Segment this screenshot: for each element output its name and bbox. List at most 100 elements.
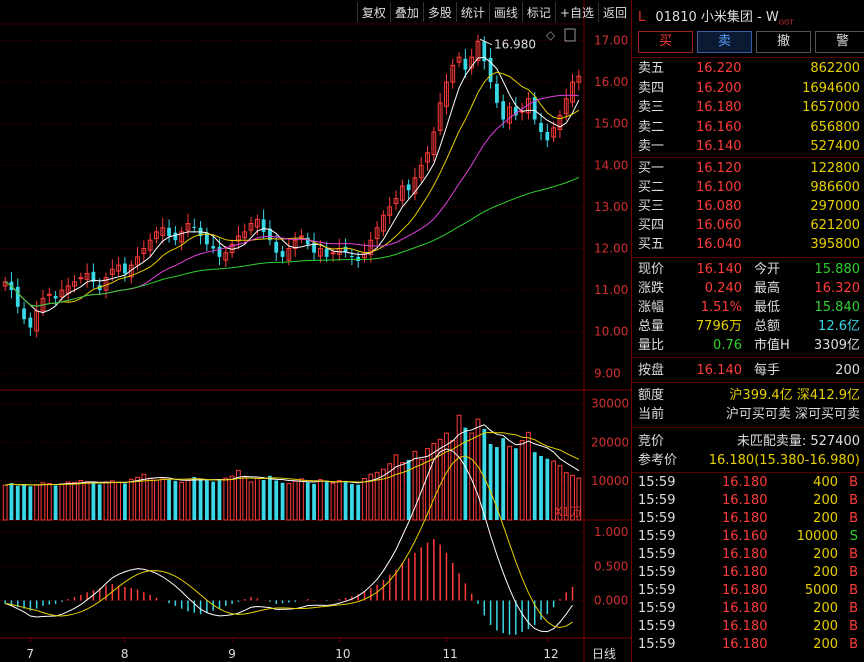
tick-side: B xyxy=(849,637,858,652)
tick-row: 15:59 16.180 200 B xyxy=(638,636,860,654)
price-tick-label: 14.00 xyxy=(594,158,628,172)
candle-body xyxy=(350,256,354,258)
tick-volume: 400 xyxy=(813,475,838,490)
sell-button[interactable]: 卖 xyxy=(697,31,752,53)
bid-row: 买一 16.120 122800 xyxy=(638,160,860,178)
volume-bar xyxy=(78,479,84,521)
toolbar-multistock-button[interactable]: 多股 xyxy=(422,2,456,22)
volume-bar xyxy=(9,483,14,520)
tick-row: 15:59 16.180 400 B xyxy=(638,474,860,492)
volume-bar xyxy=(46,483,52,521)
volume-bar xyxy=(539,456,543,520)
stock-name: 小米集团 - W xyxy=(700,10,779,25)
tick-row: 15:59 16.180 200 B xyxy=(638,600,860,618)
divider xyxy=(632,257,864,258)
volume-tick-label: 20000 xyxy=(591,435,629,449)
kline-chart[interactable]: 17.00 16.00 15.00 14.00 13.00 12.00 11.00 10.00… xyxy=(0,0,631,662)
volume-bar xyxy=(173,480,178,520)
current-row: 当前 沪可买可卖 深可买可卖 xyxy=(638,406,860,424)
candle-body xyxy=(274,241,279,253)
ask-row: 卖四 16.200 1694600 xyxy=(638,80,860,98)
tick-side: B xyxy=(849,601,858,616)
close-value: 16.140 xyxy=(696,363,743,378)
trade-actions: 买 卖 撤 警 xyxy=(638,31,864,53)
bid-label: 买三 xyxy=(638,199,665,214)
close-row: 按盘 16.140 每手 200 xyxy=(638,362,860,380)
ma10-line xyxy=(4,71,580,307)
volume-bar xyxy=(15,485,20,520)
candle-body xyxy=(28,317,33,328)
candle-body xyxy=(463,58,468,70)
tick-side: B xyxy=(849,583,858,598)
stat-label: 最高 xyxy=(754,281,781,296)
alert-button[interactable]: 警 xyxy=(815,31,864,53)
ask-label: 卖二 xyxy=(638,119,665,135)
volume-bar xyxy=(154,479,159,521)
tick-price: 16.180 xyxy=(722,493,768,508)
window-icon xyxy=(564,28,576,42)
volume-bar xyxy=(167,479,171,520)
bid-price: 16.120 xyxy=(696,161,742,176)
tick-time: 15:59 xyxy=(638,619,676,634)
toolbar-stats-button[interactable]: 统计 xyxy=(455,2,489,22)
stat-label: 最低 xyxy=(754,300,781,315)
price-tick-label: 9.00 xyxy=(594,366,621,380)
volume-bar xyxy=(116,481,122,521)
kline-chart-area[interactable]: 17.00 16.00 15.00 14.00 13.00 12.00 11.00 10.00… xyxy=(0,0,631,662)
close-label: 按盘 xyxy=(638,363,665,378)
volume-bar xyxy=(217,479,222,520)
ask-price: 16.180 xyxy=(696,100,742,115)
candle-body xyxy=(261,219,266,232)
ask-row: 卖五 16.220 862200 xyxy=(638,60,860,78)
stat-value: 7796万 xyxy=(695,319,742,334)
bid-row: 买三 16.080 297000 xyxy=(638,198,860,216)
tick-time: 15:59 xyxy=(638,583,676,598)
toolbar-mark-button[interactable]: 标记 xyxy=(521,2,555,22)
cancel-button[interactable]: 撤 xyxy=(756,31,811,53)
volume-tick-label: 30000 xyxy=(591,397,629,411)
tick-side: B xyxy=(849,565,858,580)
stat-label: 涨幅 xyxy=(638,300,665,315)
tick-row: 15:59 16.180 200 B xyxy=(638,564,860,582)
divider xyxy=(632,427,864,428)
ask-label: 卖三 xyxy=(638,100,665,115)
toolbar-add-watchlist-button[interactable]: +自选 xyxy=(554,2,598,22)
stat-value: 0.76 xyxy=(713,338,742,353)
tick-price: 16.180 xyxy=(722,583,768,598)
toolbar-restore-button[interactable]: 复权 xyxy=(356,2,390,22)
quota-row: 额度 沪399.4亿 深412.9亿 xyxy=(638,387,860,405)
tick-volume: 200 xyxy=(813,637,838,652)
ask-price: 16.140 xyxy=(696,139,742,154)
tick-price: 16.180 xyxy=(722,565,768,580)
buy-button[interactable]: 买 xyxy=(638,31,693,53)
toolbar-back-button[interactable]: 返回 xyxy=(597,2,631,22)
tick-time: 15:59 xyxy=(638,493,676,508)
stat-row: 涨跌 0.240 最高 16.320 xyxy=(638,280,860,298)
volume-bar xyxy=(59,483,65,521)
ref-price-row: 参考价 16.180(15.380-16.980) xyxy=(638,452,860,470)
volume-bar xyxy=(198,478,203,520)
ask-label: 卖四 xyxy=(638,80,665,96)
toolbar-overlay-button[interactable]: 叠加 xyxy=(389,2,423,22)
toolbar-draw-button[interactable]: 画线 xyxy=(488,2,522,22)
volume-bar xyxy=(305,482,310,520)
volume-bar xyxy=(248,481,254,521)
ma60-line xyxy=(4,177,580,307)
tick-volume: 200 xyxy=(813,493,838,508)
tick-price: 16.180 xyxy=(722,547,768,562)
tick-price: 16.180 xyxy=(722,511,768,526)
volume-bar xyxy=(513,448,518,520)
ref-label: 参考价 xyxy=(638,453,678,468)
tick-time: 15:59 xyxy=(638,475,676,490)
volume-bar xyxy=(128,478,134,521)
stat-value: 16.140 xyxy=(696,262,743,277)
volume-bar xyxy=(431,443,437,521)
volume-bar xyxy=(268,475,272,520)
stat-label: 总额 xyxy=(754,319,781,334)
volume-bar xyxy=(350,483,354,520)
stat-value: 15.880 xyxy=(814,262,861,277)
price-tick-label: 13.00 xyxy=(594,200,628,214)
tick-side: B xyxy=(849,547,858,562)
ask-price: 16.220 xyxy=(696,61,742,76)
tick-time: 15:59 xyxy=(638,511,676,526)
